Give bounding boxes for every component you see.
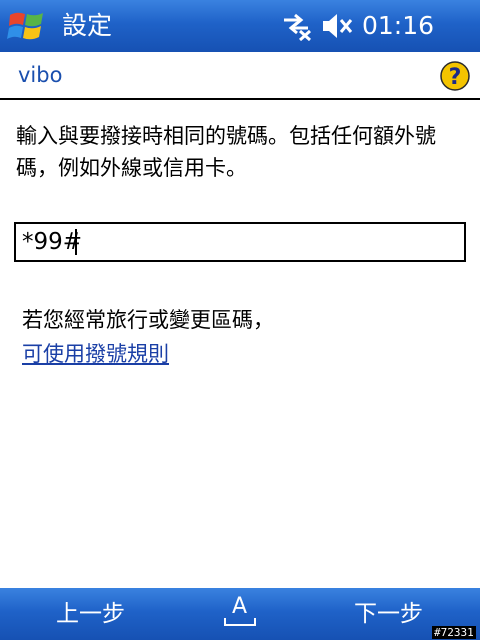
- title-bar: 設定 01:16: [0, 0, 480, 52]
- dialing-rules-link[interactable]: 可使用撥號規則: [22, 338, 169, 370]
- input-panel-underline: [224, 618, 256, 626]
- text-caret: [75, 229, 77, 255]
- windows-start-icon[interactable]: [6, 6, 48, 46]
- next-softkey[interactable]: 下一步: [354, 600, 423, 628]
- watermark: #72331: [432, 626, 476, 639]
- volume-muted-icon[interactable]: [320, 11, 354, 41]
- connectivity-icon[interactable]: [280, 11, 312, 41]
- help-icon[interactable]: ?: [440, 61, 470, 91]
- softkey-bar: 上一步 A 下一步: [0, 588, 480, 640]
- travel-note-text: 若您經常旅行或變更區碼，: [22, 308, 274, 332]
- back-softkey[interactable]: 上一步: [56, 600, 125, 628]
- input-panel-button[interactable]: A: [222, 594, 258, 634]
- page-title: vibo: [18, 63, 63, 87]
- page-header: vibo ?: [0, 52, 480, 100]
- keyboard-icon: A: [232, 594, 248, 619]
- app-title: 設定: [62, 11, 113, 40]
- svg-text:?: ?: [449, 65, 462, 90]
- instruction-text: 輸入與要撥接時相同的號碼。包括任何額外號碼，例如外線或信用卡。: [16, 124, 436, 180]
- dial-number-input[interactable]: [14, 222, 466, 262]
- clock[interactable]: 01:16: [362, 10, 434, 42]
